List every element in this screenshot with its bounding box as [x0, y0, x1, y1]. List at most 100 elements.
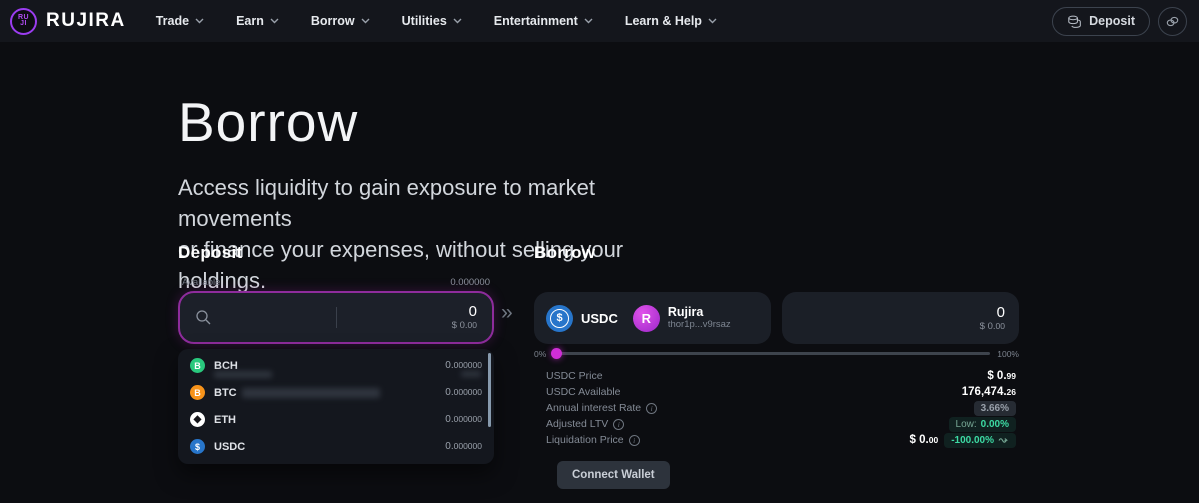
borrow-section-heading: Borrow [534, 243, 595, 263]
borrow-asset-symbol: USDC [581, 311, 618, 326]
chevron-down-icon [708, 18, 717, 24]
liquidation-price-value: $ 0.00 -100.00% [910, 433, 1016, 448]
interest-rate-badge: 3.66% [974, 401, 1016, 416]
subtitle-line-1: Access liquidity to gain exposure to mar… [178, 175, 595, 231]
detail-row-interest-rate: Annual interest Rate i 3.66% [546, 400, 1016, 416]
available-balance-row: Available 0.000000 [178, 277, 494, 288]
coins-icon [1067, 14, 1082, 29]
rujira-network-icon: R [633, 305, 660, 332]
deposit-section-heading: Deposit [178, 243, 242, 263]
token-row-bch[interactable]: B BCH 0.000000 [178, 352, 494, 379]
token-symbol: BTC [214, 387, 237, 399]
topbar: RU JI RUJIRA Trade Earn Borrow Utilities [0, 0, 1199, 42]
available-label: Available [182, 277, 220, 288]
chevron-down-icon [195, 18, 204, 24]
borrow-amount-display[interactable]: 0 $ 0.00 [782, 292, 1019, 344]
connect-wallet-button[interactable]: Connect Wallet [557, 461, 670, 489]
redacted-token-name [242, 388, 380, 398]
chevron-down-icon [453, 18, 462, 24]
borrow-page: RU JI RUJIRA Trade Earn Borrow Utilities [0, 0, 1199, 503]
chevron-down-icon [270, 18, 279, 24]
network-info: Rujira thor1p...v9rsaz [668, 305, 731, 330]
chain-link-icon [1165, 15, 1180, 28]
nav-item-borrow[interactable]: Borrow [311, 14, 370, 28]
available-value: 0.000000 [450, 277, 490, 288]
slider-min-label: 0% [534, 349, 546, 359]
search-icon [195, 309, 212, 326]
borrow-amount-value: 0 [997, 304, 1005, 321]
logo-text-bottom: JI [20, 21, 27, 28]
nav-item-label: Borrow [311, 14, 355, 28]
deposit-amount-usd: $ 0.00 [452, 320, 477, 331]
adjusted-ltv-badge: Low: 0.00% [949, 417, 1016, 432]
nav-item-label: Earn [236, 14, 264, 28]
borrow-details: USDC Price $ 0.99 USDC Available 176,474… [546, 368, 1016, 448]
borrow-asset-selector[interactable]: $ USDC R Rujira thor1p...v9rsaz [534, 292, 771, 344]
token-row-btc[interactable]: B BTC 0.000000 [178, 379, 494, 406]
token-row-eth[interactable]: ◆ ETH 0.000000 [178, 406, 494, 433]
usdc-icon: $ [546, 305, 573, 332]
slider-track[interactable] [553, 352, 990, 355]
slider-max-label: 100% [997, 349, 1019, 359]
slider-thumb[interactable] [551, 348, 562, 359]
usdc-available-label: USDC Available [546, 386, 621, 398]
redacted-token-value [461, 371, 481, 377]
transfer-chevrons-icon: » [501, 301, 510, 325]
page-title: Borrow [178, 90, 358, 154]
brand-name: RUJIRA [46, 10, 126, 32]
input-divider [336, 307, 337, 328]
btc-icon: B [190, 385, 205, 400]
nav-item-learn-help[interactable]: Learn & Help [625, 14, 717, 28]
rujira-logo-icon: RU JI [10, 8, 37, 35]
detail-row-usdc-price: USDC Price $ 0.99 [546, 368, 1016, 384]
nav-item-label: Learn & Help [625, 14, 702, 28]
usdc-available-value: 176,474.26 [962, 386, 1016, 398]
main-nav: Trade Earn Borrow Utilities Entertainmen… [156, 14, 717, 28]
nav-item-label: Entertainment [494, 14, 578, 28]
deposit-asset-input[interactable]: 0 $ 0.00 [178, 291, 494, 344]
nav-item-trade[interactable]: Trade [156, 14, 204, 28]
token-amount: 0.000000 [445, 441, 482, 452]
list-scrollbar[interactable] [488, 353, 492, 427]
wallet-connect-button[interactable] [1158, 7, 1187, 36]
token-dropdown-list: B BCH 0.000000 B BTC 0.000000 ◆ ETH 0.00… [178, 349, 494, 464]
token-amount: 0.000000 [445, 387, 482, 398]
ltv-slider: 0% 100% [534, 347, 1019, 360]
network-address: thor1p...v9rsaz [668, 320, 731, 331]
bch-icon: B [190, 358, 205, 373]
deposit-amount-display[interactable]: 0 $ 0.00 [452, 304, 477, 331]
usdc-icon: $ [190, 439, 205, 454]
adjusted-ltv-label: Adjusted LTV [546, 418, 608, 430]
usdc-price-label: USDC Price [546, 370, 603, 382]
topbar-actions: Deposit [1052, 7, 1187, 36]
usdc-price-value: $ 0.99 [987, 370, 1016, 382]
network-name: Rujira [668, 305, 731, 319]
redacted-token-name [214, 371, 272, 378]
info-icon[interactable]: i [629, 435, 640, 446]
nav-item-entertainment[interactable]: Entertainment [494, 14, 593, 28]
info-icon[interactable]: i [646, 403, 657, 414]
deposit-button-label: Deposit [1089, 14, 1135, 28]
deposit-button[interactable]: Deposit [1052, 7, 1150, 36]
brand[interactable]: RU JI RUJIRA [10, 8, 126, 35]
nav-item-utilities[interactable]: Utilities [402, 14, 462, 28]
chevron-down-icon [361, 18, 370, 24]
eth-icon: ◆ [190, 412, 205, 427]
info-icon[interactable]: i [613, 419, 624, 430]
deposit-amount-value: 0 [452, 304, 477, 320]
token-row-usdc[interactable]: $ USDC 0.000000 [178, 433, 494, 460]
nav-item-label: Utilities [402, 14, 447, 28]
token-amount: 0.000000 [445, 414, 482, 425]
liquidation-change-badge: -100.00% [944, 433, 1016, 448]
detail-row-adjusted-ltv: Adjusted LTV i Low: 0.00% [546, 416, 1016, 432]
nav-item-earn[interactable]: Earn [236, 14, 279, 28]
chevron-down-icon [584, 18, 593, 24]
token-symbol: BCH [214, 360, 238, 372]
detail-row-liquidation-price: Liquidation Price i $ 0.00 -100.00% [546, 432, 1016, 448]
wave-arrow-icon [998, 436, 1009, 444]
token-symbol: ETH [214, 414, 236, 426]
token-symbol: USDC [214, 441, 245, 453]
borrow-amount-usd: $ 0.00 [980, 321, 1005, 332]
token-amount: 0.000000 [445, 360, 482, 371]
interest-rate-label: Annual interest Rate [546, 402, 641, 414]
